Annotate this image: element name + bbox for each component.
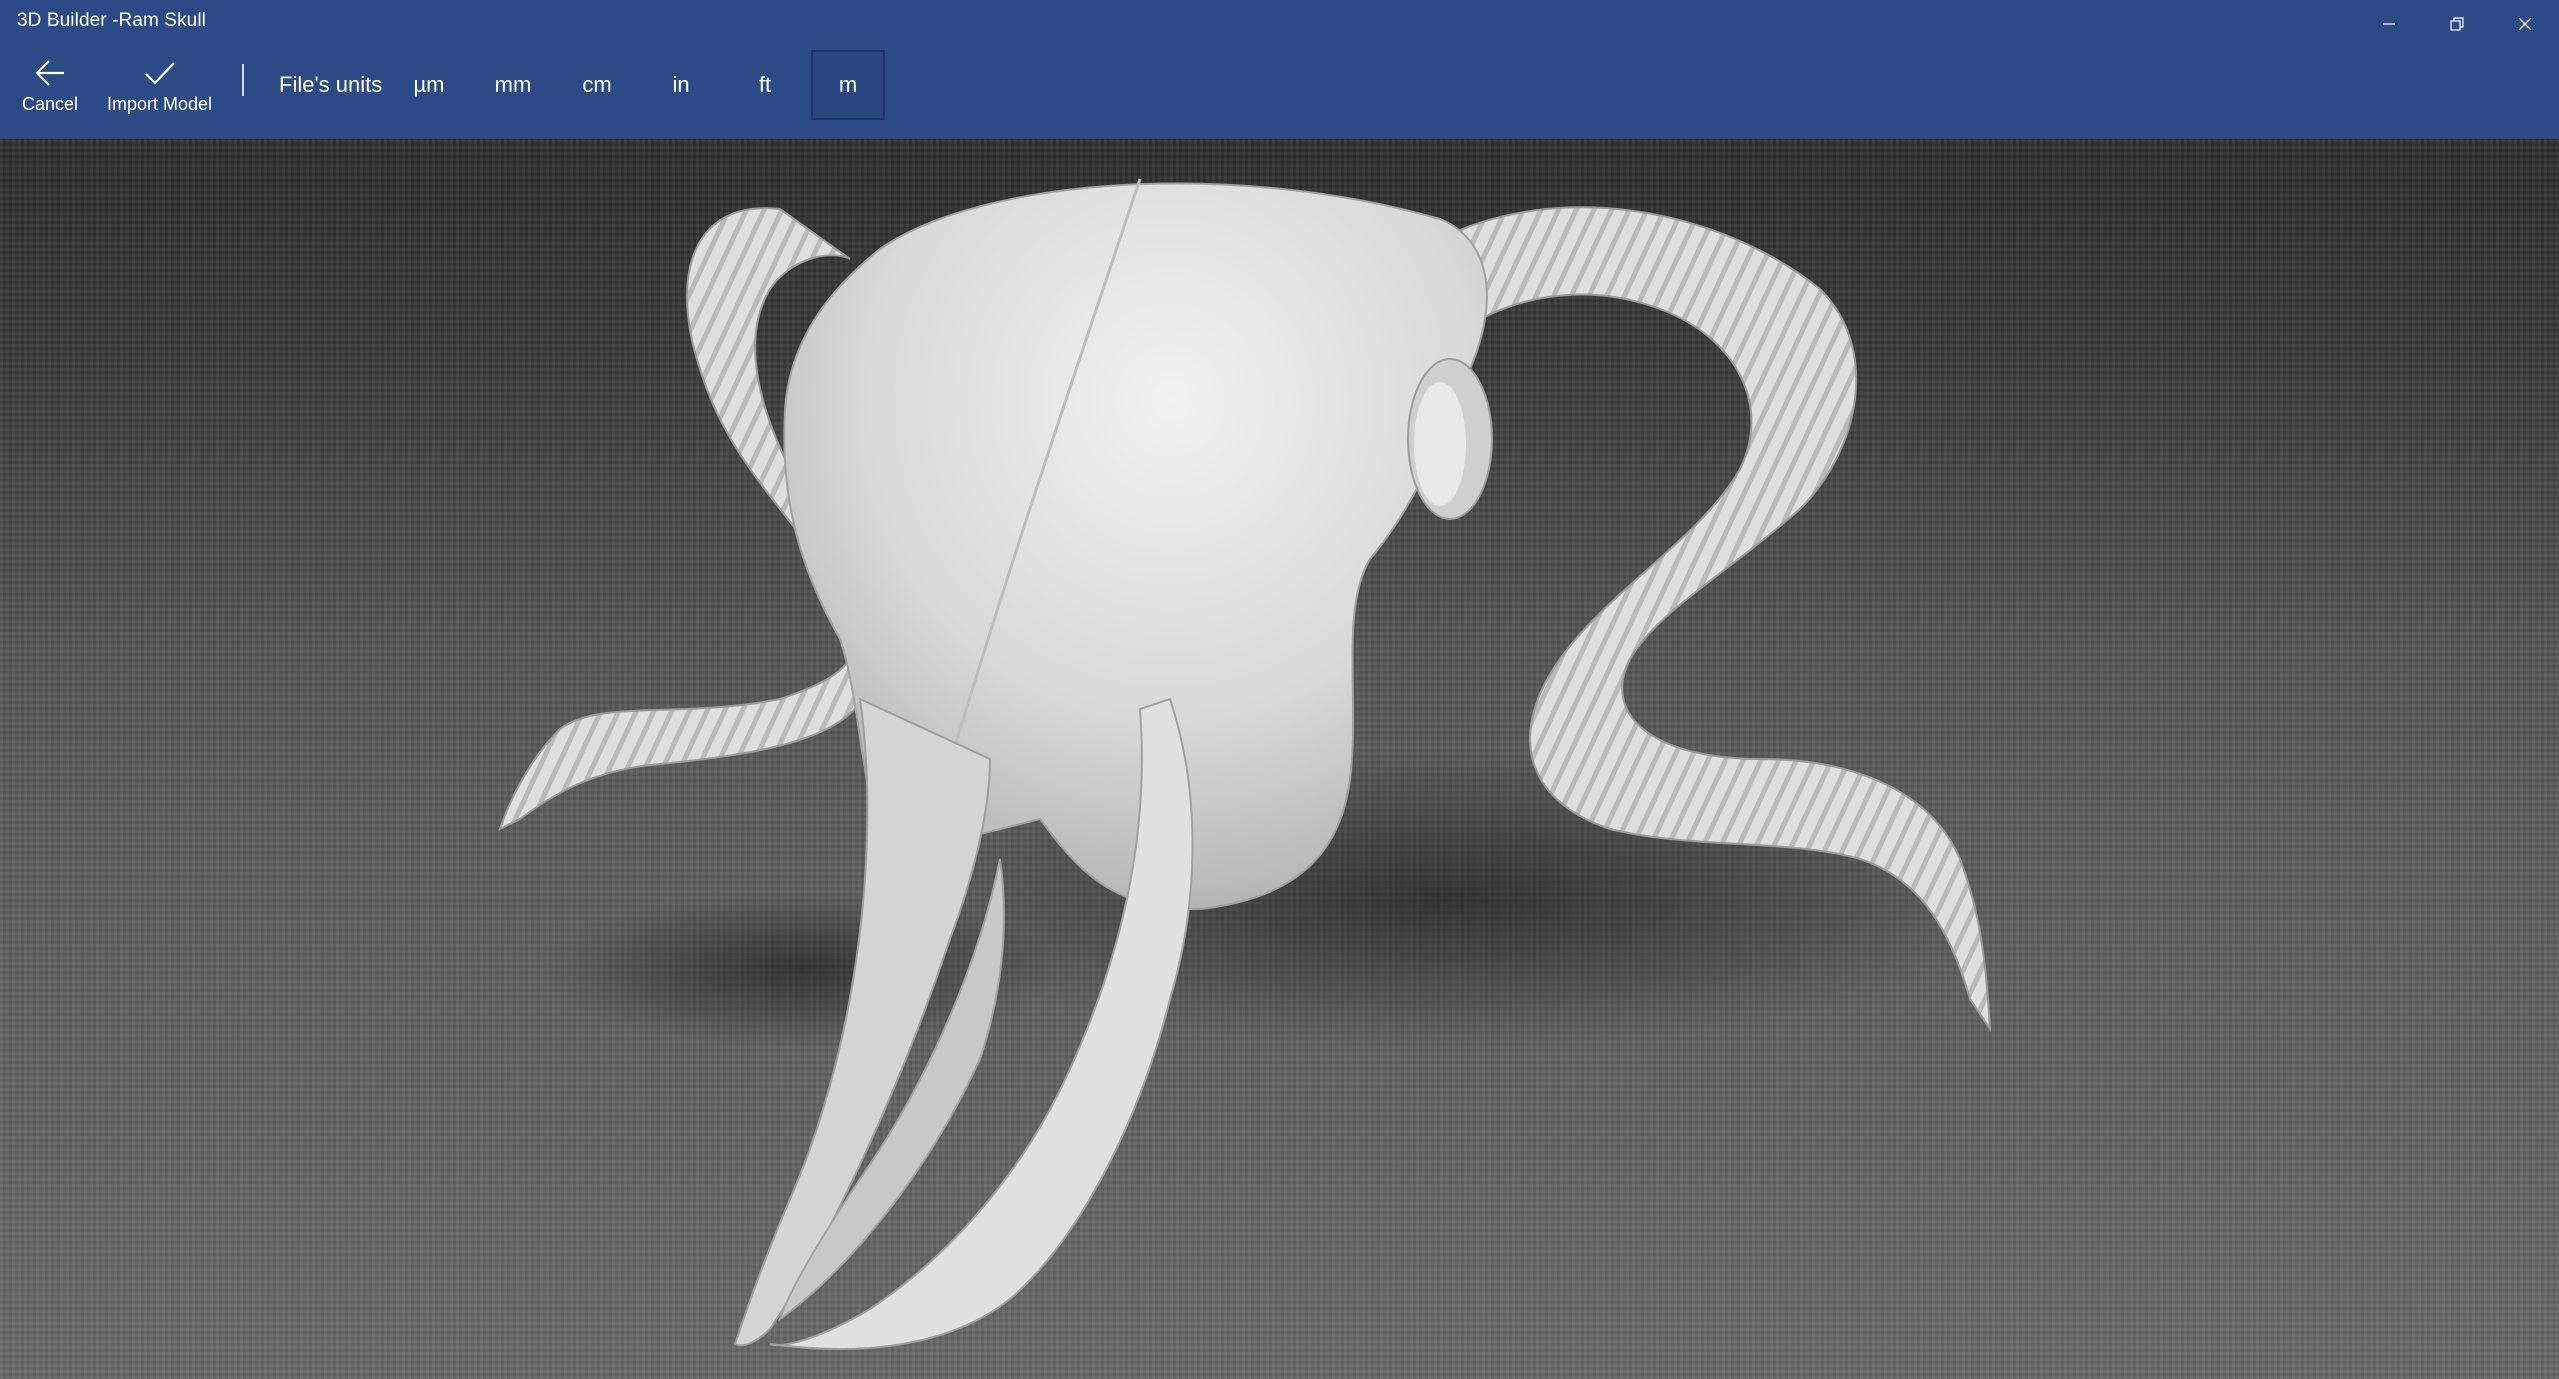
window-controls [2355, 0, 2559, 48]
files-units-label: File's units [279, 72, 383, 97]
minimize-icon [2383, 23, 2395, 25]
close-icon [2518, 17, 2532, 31]
minimize-button[interactable] [2355, 0, 2423, 48]
unit-micrometer-button[interactable]: µm [392, 50, 466, 120]
3d-viewport[interactable] [0, 139, 2559, 1379]
unit-centimeter-button[interactable]: cm [560, 50, 634, 120]
unit-millimeter-button[interactable]: mm [476, 50, 550, 120]
close-button[interactable] [2491, 0, 2559, 48]
cancel-button[interactable]: Cancel [20, 58, 80, 115]
cancel-label: Cancel [21, 94, 79, 114]
unit-meter-button[interactable]: m [811, 50, 885, 120]
import-model-button[interactable]: Import Model [102, 58, 217, 115]
restore-button[interactable] [2423, 0, 2491, 48]
unit-foot-button[interactable]: ft [728, 50, 802, 120]
checkmark-icon [144, 62, 175, 85]
ram-skull-model [498, 178, 2010, 1350]
restore-icon [2450, 17, 2464, 31]
back-arrow-icon [35, 60, 64, 86]
import-model-label: Import Model [106, 94, 213, 114]
window-title: 3D Builder -Ram Skull [17, 10, 206, 31]
app-bar: 3D Builder -Ram Skull Cancel Import Mode… [0, 0, 2559, 139]
unit-inch-button[interactable]: in [644, 50, 718, 120]
toolbar-separator [242, 64, 244, 96]
